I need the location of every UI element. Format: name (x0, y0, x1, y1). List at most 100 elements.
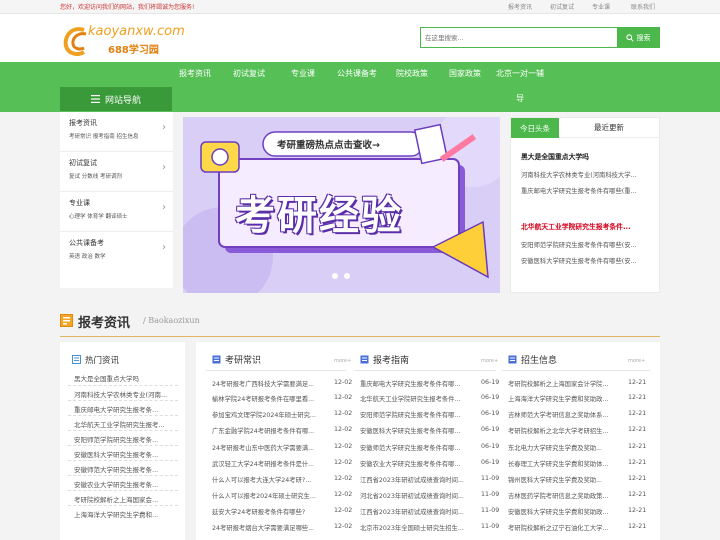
list-item[interactable]: 东北电力大学研究生学费及奖助... (508, 443, 624, 452)
toplink-contact[interactable]: 联系我们 (631, 2, 655, 11)
item-date: 12-02 (334, 491, 353, 498)
list-item[interactable]: 广东金融学院24考研报考条件有哪... (212, 426, 330, 435)
toplink-chushi[interactable]: 初试复试 (550, 2, 574, 11)
list-item[interactable]: 河北省2023年研初试成绩查询时间... (360, 491, 475, 500)
list-item[interactable]: 榆林学院24考研报考条件在哪里看... (212, 394, 330, 403)
list-icon (508, 355, 517, 364)
search-input[interactable] (421, 28, 619, 47)
divider (68, 400, 178, 401)
list-item[interactable]: 吉林医药学院考研信息之奖助政策... (508, 491, 624, 500)
nav-zhuanye[interactable]: 专业课 (291, 68, 315, 79)
divider (68, 415, 178, 416)
col-title: 考研常识 (225, 356, 262, 366)
toplink-baokao[interactable]: 报考资讯 (508, 2, 532, 11)
list-item[interactable]: 考研院校解析之上海国家会计学院... (508, 379, 624, 388)
tab-recent[interactable]: 最近更新 (559, 118, 659, 138)
news-item[interactable]: 安徽医科大学研究生报考条件有哪些(安... (521, 256, 653, 265)
list-item[interactable]: 安徽医科大学研究生报考条件有哪... (360, 426, 475, 435)
divider (68, 490, 178, 491)
list-item[interactable]: 什么人可以报考大连大学24考研?... (212, 475, 330, 484)
nav-baokao[interactable]: 报考资讯 (179, 68, 211, 79)
sidebar-item-gonggong[interactable]: 公共课备考 英语 政治 数学 › (60, 232, 173, 272)
document-icon (60, 314, 73, 327)
list-item[interactable]: 江西省2023年研初试成绩查询时间... (360, 475, 475, 484)
hot-item[interactable]: 重庆邮电大学研究生报考条... (74, 404, 179, 414)
list-item[interactable]: 24考研报考烟台大学需要满足哪些... (212, 523, 330, 532)
nav-gonggong[interactable]: 公共课备考 (337, 68, 377, 79)
hot-item[interactable]: 黑大是全国重点大学吗 (74, 373, 179, 383)
sidebar-item-title: 专业课 (69, 199, 90, 207)
list-item[interactable]: 24考研报考广西科技大学需要满足... (212, 379, 330, 388)
search-button[interactable]: 搜索 (617, 28, 659, 47)
hot-item[interactable]: 河南科技大学农林类专业(河南... (74, 389, 179, 399)
nav-yuanxiao[interactable]: 院校政策 (396, 68, 428, 79)
sidebar-item-zhuanye[interactable]: 专业课 心理学 体育学 翻译硕士 › (60, 192, 173, 232)
chevron-right-icon: › (162, 162, 166, 173)
more-link[interactable]: more+ (481, 358, 498, 364)
banner[interactable]: 考研重磅热点点击查收→ 考研经验 (183, 117, 500, 293)
sidebar-item-sub: 心理学 体育学 翻译硕士 (69, 214, 128, 220)
item-date: 12-21 (628, 426, 647, 433)
hot-item[interactable]: 安徽农业大学研究生报考条... (74, 479, 179, 489)
divider (68, 445, 178, 446)
sidebar-item-baokao[interactable]: 报考资讯 考研常识 报考指南 招生信息 › (60, 112, 173, 152)
list-item[interactable]: 吉林师范大学考研信息之奖助体系... (508, 410, 624, 419)
list-item[interactable]: 江西省2023年研初试成绩查询时间... (360, 507, 475, 516)
sidebar-item-title: 公共课备考 (69, 239, 104, 247)
list-item[interactable]: 安徽师范大学研究生报考条件有哪... (360, 443, 475, 452)
list-item[interactable]: 安徽农业大学研究生报考条件有哪... (360, 459, 475, 468)
sidebar: 报考资讯 考研常识 报考指南 招生信息 › 初试复试 复试 分数线 考研调剂 ›… (60, 112, 173, 288)
item-date: 06-19 (481, 410, 500, 417)
list-item[interactable]: 武汉轻工大学24考研报考条件是什... (212, 459, 330, 468)
list-item[interactable]: 参加宝鸡文理学院2024年硕士研究... (212, 410, 330, 419)
item-date: 12-21 (628, 443, 647, 450)
item-date: 12-02 (334, 459, 353, 466)
sidebar-item-title: 初试复试 (69, 159, 97, 167)
search-button-label: 搜索 (636, 33, 651, 42)
list-item[interactable]: 重庆邮电大学研究生报考条件有哪... (360, 379, 475, 388)
nav-beijing[interactable]: 北京一对一辅 (496, 68, 544, 79)
hot-item[interactable]: 安徽师范大学研究生报考条... (74, 464, 179, 474)
list-item[interactable]: 安阳师范学院研究生报考条件有哪... (360, 410, 475, 419)
sidebar-item-chushi[interactable]: 初试复试 复试 分数线 考研调剂 › (60, 152, 173, 192)
toplink-zhuanye[interactable]: 专业课 (592, 2, 610, 11)
news-item[interactable]: 安阳师范学院研究生报考条件有哪些(安... (521, 240, 653, 249)
news-item[interactable]: 河南科技大学农林类专业(河南科技大学... (521, 170, 653, 179)
item-date: 06-19 (481, 459, 500, 466)
list-item[interactable]: 延安大学24考研报考条件有哪些? (212, 507, 330, 516)
list-item[interactable]: 北华航天工业学院研究生报考条件... (360, 394, 475, 403)
hot-item[interactable]: 安徽医科大学研究生报考条... (74, 449, 179, 459)
nav-chushi[interactable]: 初试复试 (233, 68, 265, 79)
nav-beijing-overflow[interactable]: 导 (516, 93, 524, 104)
list-item[interactable]: 什么人可以报考2024年硕士研究生... (212, 491, 330, 500)
list-item[interactable]: 考研院校解析之辽宁石油化工大学... (508, 523, 624, 532)
list-item[interactable]: 安徽医科大学研究生学费和奖助政... (508, 507, 624, 516)
nav-guojia[interactable]: 国家政策 (449, 68, 481, 79)
divider (206, 370, 346, 371)
more-link[interactable]: more+ (334, 358, 351, 364)
list-item[interactable]: 24考研报考山东中医药大学需要满... (212, 443, 330, 452)
col-title: 招生信息 (521, 356, 558, 366)
item-date: 12-21 (628, 475, 647, 482)
more-link[interactable]: more+ (628, 358, 645, 364)
news-item[interactable]: 重庆邮电大学研究生报考条件有哪些(重... (521, 186, 653, 195)
hot-item[interactable]: 考研院校解析之上海国家会... (74, 494, 179, 504)
list-item[interactable]: 上海海洋大学研究生学费和奖助政... (508, 394, 624, 403)
hot-item[interactable]: 北华航天工业学院研究生报考... (74, 419, 179, 429)
list-item[interactable]: 北京市2023年全国硕士研究生招生... (360, 523, 475, 532)
section-header: 报考资讯 / Baokaozixun (60, 311, 660, 337)
item-date: 12-02 (334, 394, 353, 401)
hot-item[interactable]: 上海海洋大学研究生学费和... (74, 509, 179, 519)
site-nav-title: 网站导航 (60, 87, 172, 111)
tab-today[interactable]: 今日头条 (511, 118, 559, 138)
list-item[interactable]: 锦州医科大学研究生学费及奖助... (508, 475, 624, 484)
hot-item[interactable]: 安阳师范学院研究生报考条... (74, 434, 179, 444)
list-item[interactable]: 考研院校解析之北华大学考研招生... (508, 426, 624, 435)
item-date: 06-19 (481, 443, 500, 450)
list-item[interactable]: 长春理工大学研究生学费和奖助体... (508, 459, 624, 468)
site-logo[interactable]: kaoyanxw.com 688学习园 (62, 22, 212, 58)
divider (354, 370, 496, 371)
news-headline[interactable]: 北华航天工业学院研究生报考条件... (521, 221, 653, 231)
divider (68, 460, 178, 461)
news-headline[interactable]: 黑大是全国重点大学吗 (521, 151, 653, 161)
